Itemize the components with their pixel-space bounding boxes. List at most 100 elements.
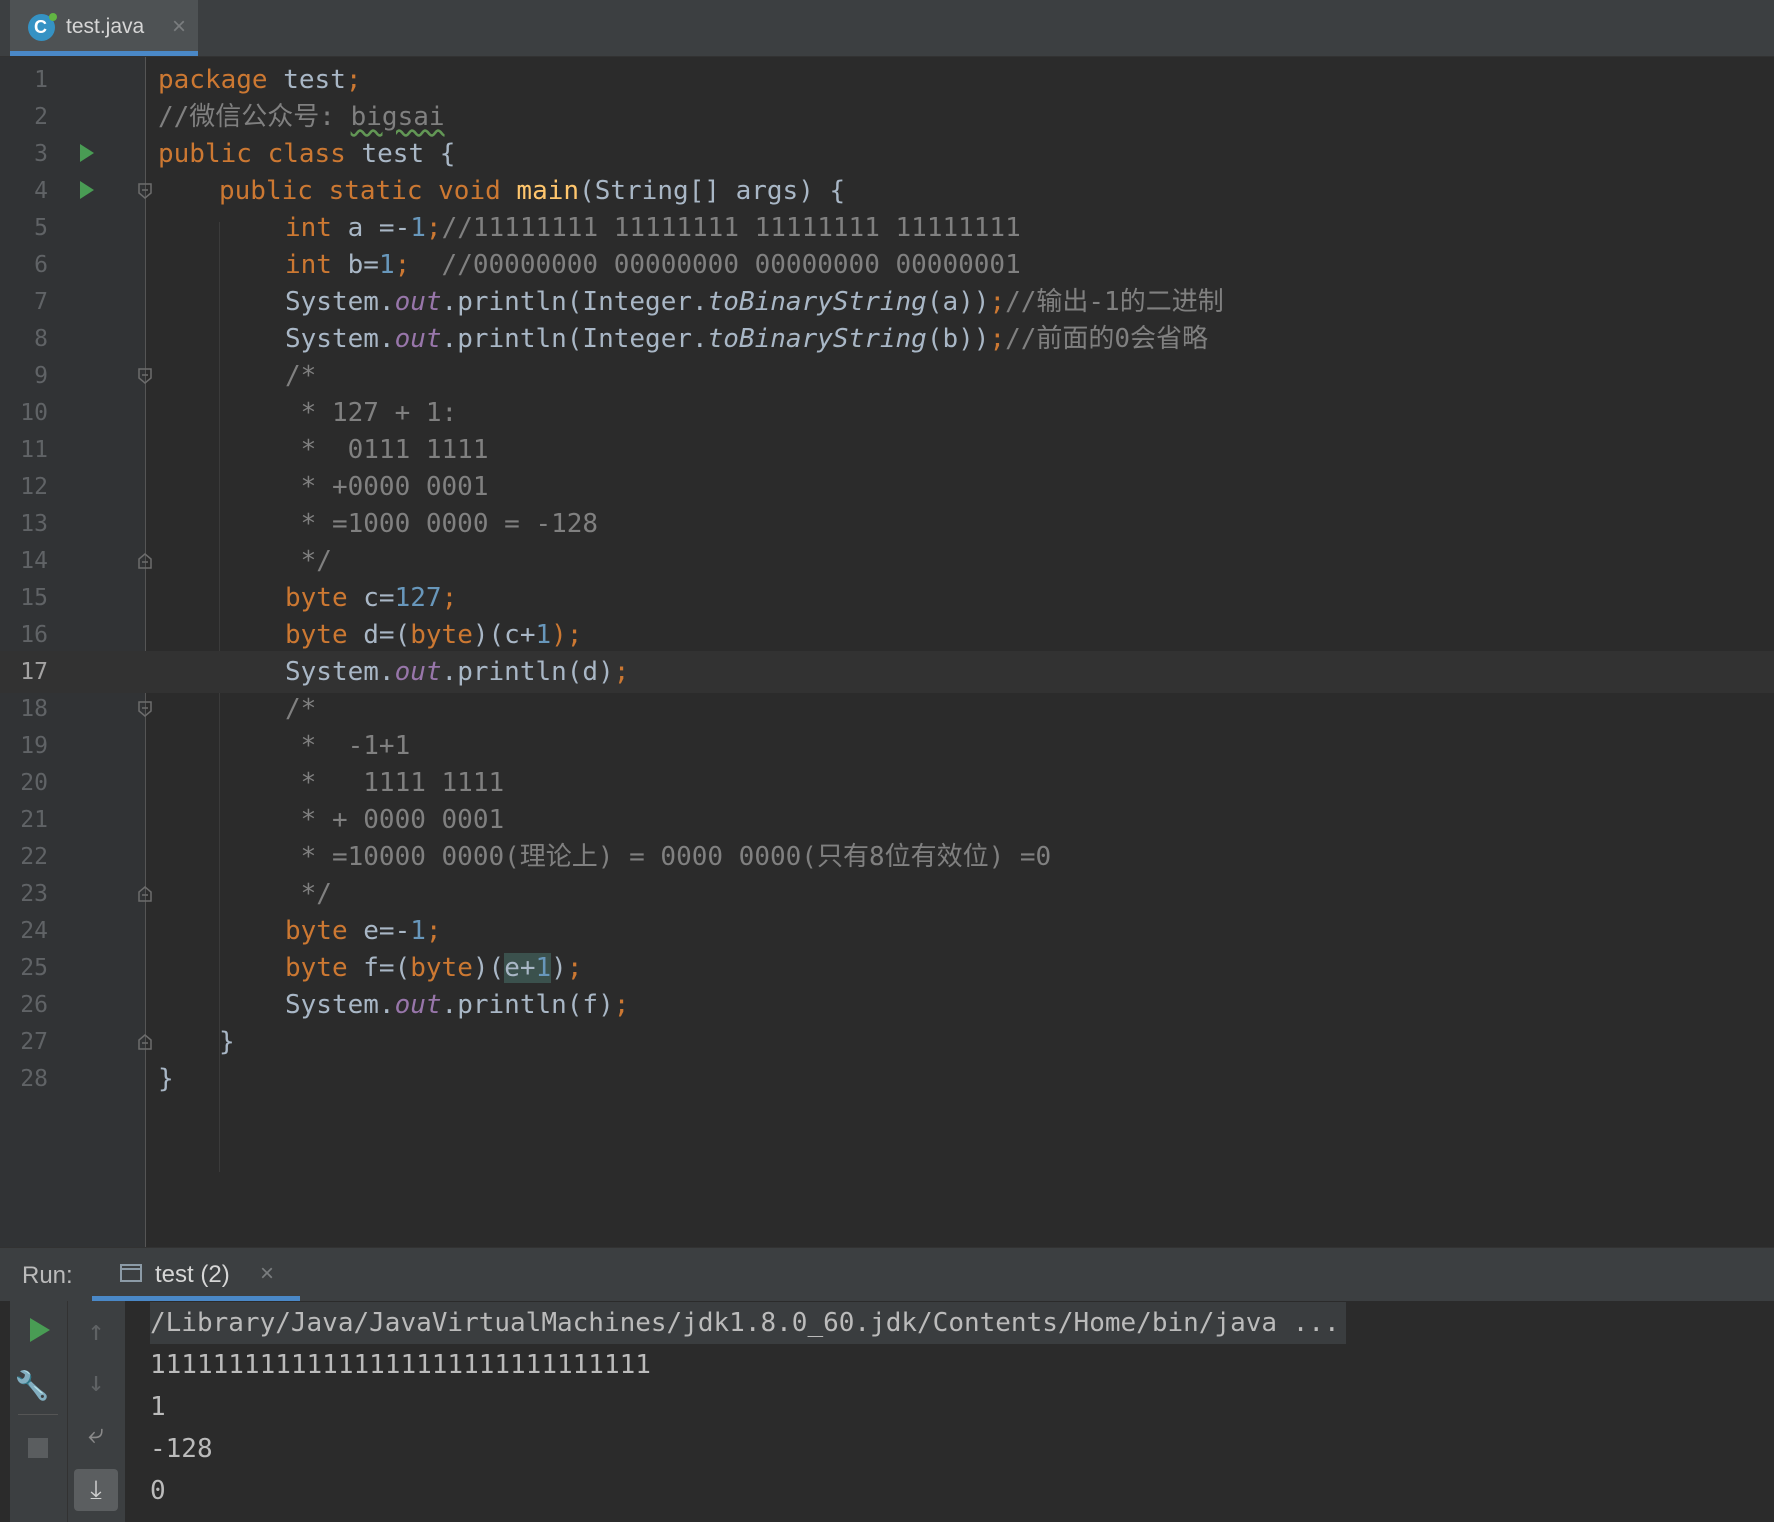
run-tab-label: test (2) bbox=[155, 1261, 230, 1288]
code-line[interactable]: 7 System.out.println(Integer.toBinaryStr… bbox=[0, 281, 1774, 323]
arrow-down-icon[interactable]: ↓ bbox=[76, 1362, 116, 1402]
code-line[interactable]: 9 /* bbox=[0, 355, 1774, 397]
code-line[interactable]: 1 package test; bbox=[0, 59, 1774, 101]
code-line[interactable]: 21 * + 0000 0001 bbox=[0, 799, 1774, 841]
code-line[interactable]: 2 //微信公众号: bigsai bbox=[0, 96, 1774, 138]
code-line[interactable]: 6 int b=1; //00000000 00000000 00000000 … bbox=[0, 244, 1774, 286]
code-line[interactable]: 15 byte c=127; bbox=[0, 577, 1774, 619]
run-gutter-icon[interactable] bbox=[80, 144, 94, 162]
code-line[interactable]: 3 public class test { bbox=[0, 133, 1774, 175]
fold-icon[interactable] bbox=[138, 1034, 152, 1050]
code-line[interactable]: 12 * +0000 0001 bbox=[0, 466, 1774, 508]
arrow-up-icon[interactable]: ↑ bbox=[76, 1311, 116, 1351]
line-number: 1 bbox=[34, 67, 48, 93]
line-number: 17 bbox=[20, 659, 48, 685]
line-number: 3 bbox=[34, 141, 48, 167]
line-number: 9 bbox=[34, 363, 48, 389]
fold-icon[interactable] bbox=[138, 701, 152, 717]
console-output[interactable]: /Library/Java/JavaVirtualMachines/jdk1.8… bbox=[150, 1301, 1774, 1522]
code-line[interactable]: 27 } bbox=[0, 1021, 1774, 1063]
console-line: 1 bbox=[150, 1392, 166, 1422]
line-number: 25 bbox=[20, 955, 48, 981]
console-line: 0 bbox=[150, 1476, 166, 1506]
code-line[interactable]: 5 int a =-1;//11111111 11111111 11111111… bbox=[0, 207, 1774, 249]
fold-icon[interactable] bbox=[138, 553, 152, 569]
line-number: 21 bbox=[20, 807, 48, 833]
code-text: byte c=127; bbox=[285, 583, 458, 613]
code-text: int a =-1;//11111111 11111111 11111111 1… bbox=[285, 213, 1021, 243]
code-line[interactable]: 23 */ bbox=[0, 873, 1774, 915]
code-line[interactable]: 8 System.out.println(Integer.toBinaryStr… bbox=[0, 318, 1774, 360]
line-number: 15 bbox=[20, 585, 48, 611]
code-line-current[interactable]: 17 System.out.println(d); bbox=[0, 651, 1774, 693]
java-class-icon bbox=[28, 13, 57, 41]
close-icon[interactable]: × bbox=[172, 13, 186, 41]
code-line[interactable]: 26 System.out.println(f); bbox=[0, 984, 1774, 1026]
code-text: * 127 + 1: bbox=[285, 398, 458, 428]
code-text: /* bbox=[285, 361, 317, 391]
line-number: 8 bbox=[34, 326, 48, 352]
code-text: } bbox=[219, 1027, 235, 1057]
rerun-icon[interactable] bbox=[30, 1318, 50, 1342]
close-icon[interactable]: × bbox=[260, 1260, 274, 1288]
code-text: System.out.println(Integer.toBinaryStrin… bbox=[285, 324, 1209, 354]
code-line[interactable]: 14 */ bbox=[0, 540, 1774, 582]
line-number: 28 bbox=[20, 1066, 48, 1092]
code-line[interactable]: 16 byte d=(byte)(c+1); bbox=[0, 614, 1774, 656]
console-command-line[interactable]: /Library/Java/JavaVirtualMachines/jdk1.8… bbox=[150, 1302, 1346, 1344]
code-text: */ bbox=[285, 546, 332, 576]
code-text: System.out.println(d); bbox=[285, 657, 630, 687]
line-number: 14 bbox=[20, 548, 48, 574]
line-number: 16 bbox=[20, 622, 48, 648]
line-number: 22 bbox=[20, 844, 48, 870]
console-icon bbox=[120, 1264, 142, 1282]
fold-icon[interactable] bbox=[138, 368, 152, 384]
run-gutter-icon[interactable] bbox=[80, 181, 94, 199]
code-text: byte f=(byte)(e+1); bbox=[285, 953, 583, 983]
code-text: public class test { bbox=[158, 139, 456, 169]
code-text: byte e=-1; bbox=[285, 916, 442, 946]
line-number: 20 bbox=[20, 770, 48, 796]
line-number: 18 bbox=[20, 696, 48, 722]
line-number: 11 bbox=[20, 437, 48, 463]
wrench-icon[interactable]: 🔧 bbox=[12, 1366, 52, 1406]
fold-icon[interactable] bbox=[138, 183, 152, 199]
line-number: 7 bbox=[34, 289, 48, 315]
console-line: 11111111111111111111111111111111 bbox=[150, 1350, 651, 1380]
code-line[interactable]: 11 * 0111 1111 bbox=[0, 429, 1774, 471]
line-number: 5 bbox=[34, 215, 48, 241]
code-text: * +0000 0001 bbox=[285, 472, 489, 502]
code-line[interactable]: 10 * 127 + 1: bbox=[0, 392, 1774, 434]
code-line[interactable]: 19 * -1+1 bbox=[0, 725, 1774, 767]
line-number: 26 bbox=[20, 992, 48, 1018]
scroll-to-end-icon[interactable]: ⤓ bbox=[74, 1469, 118, 1511]
code-text: * 1111 1111 bbox=[285, 768, 505, 798]
code-line[interactable]: 28 } bbox=[0, 1058, 1774, 1100]
code-line[interactable]: 4 public static void main(String[] args)… bbox=[0, 170, 1774, 212]
code-text: System.out.println(f); bbox=[285, 990, 630, 1020]
code-text: * =1000 0000 = -128 bbox=[285, 509, 599, 539]
code-line[interactable]: 22 * =10000 0000(理论上) = 0000 0000(只有8位有效… bbox=[0, 836, 1774, 878]
tab-test-java[interactable]: test.java × bbox=[10, 0, 198, 56]
code-line[interactable]: 25 byte f=(byte)(e+1); bbox=[0, 947, 1774, 989]
line-number: 12 bbox=[20, 474, 48, 500]
code-text: } bbox=[158, 1064, 174, 1094]
code-line[interactable]: 24 byte e=-1; bbox=[0, 910, 1774, 952]
stop-icon[interactable] bbox=[28, 1438, 48, 1458]
code-line[interactable]: 18 /* bbox=[0, 688, 1774, 730]
tab-label: test.java bbox=[66, 15, 145, 38]
line-number: 23 bbox=[20, 881, 48, 907]
line-number: 4 bbox=[34, 178, 48, 204]
code-text: public static void main(String[] args) { bbox=[219, 176, 846, 206]
code-line[interactable]: 20 * 1111 1111 bbox=[0, 762, 1774, 804]
line-number: 2 bbox=[34, 104, 48, 130]
code-editor[interactable]: 1 package test; 2 //微信公众号: bigsai 3 publ… bbox=[0, 57, 1774, 1247]
fold-icon[interactable] bbox=[138, 886, 152, 902]
run-toolwindow-header: Run: test (2) × bbox=[0, 1247, 1774, 1301]
code-line[interactable]: 13 * =1000 0000 = -128 bbox=[0, 503, 1774, 545]
toolbar-divider bbox=[18, 1414, 58, 1415]
soft-wrap-icon[interactable]: ⤶ bbox=[76, 1414, 116, 1454]
code-text: /* bbox=[285, 694, 317, 724]
run-tab[interactable]: test (2) × bbox=[92, 1248, 300, 1301]
code-text: * -1+1 bbox=[285, 731, 411, 761]
